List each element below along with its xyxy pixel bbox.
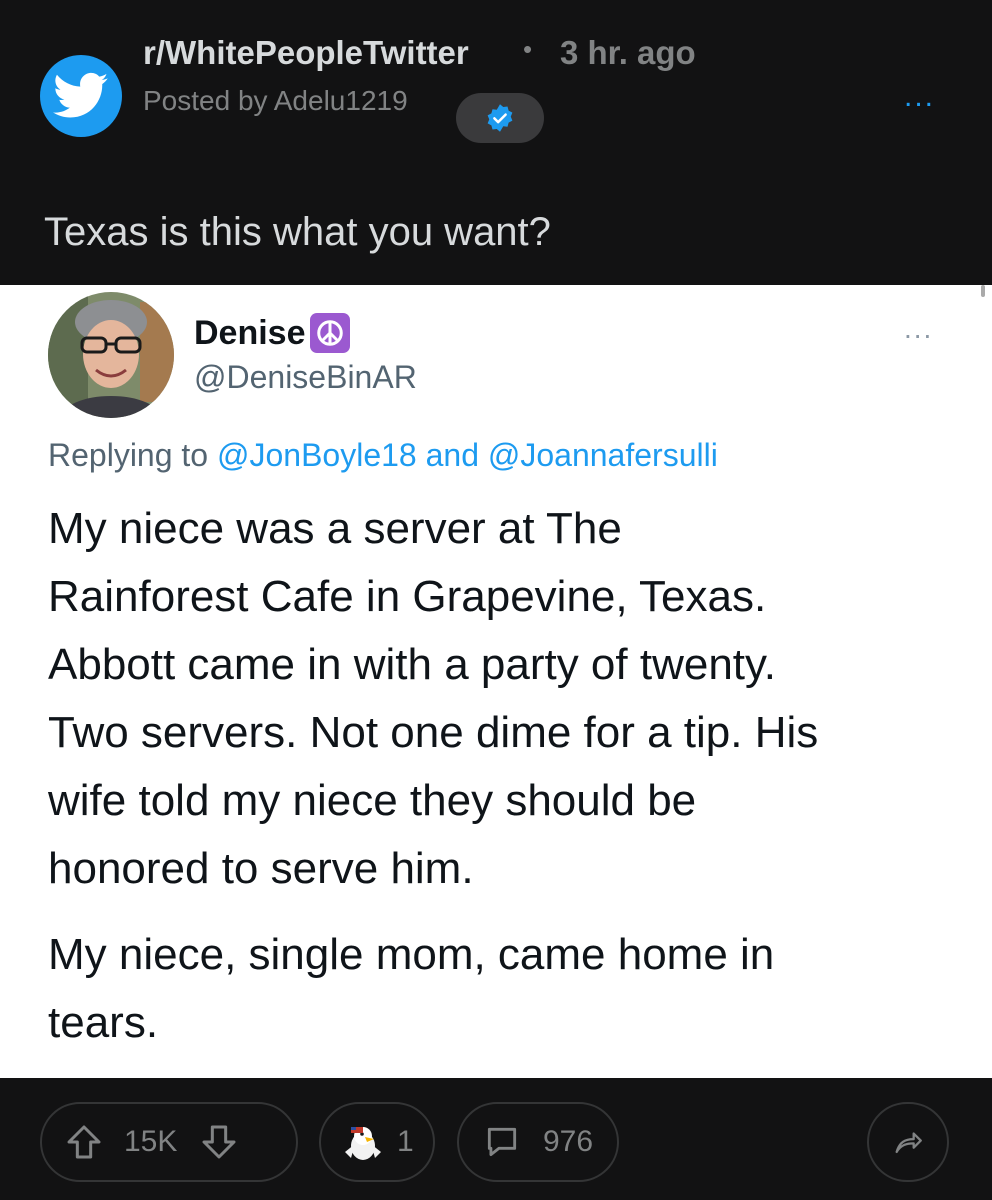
comments-button[interactable]: 976 — [457, 1102, 619, 1182]
mention-joannafersulli[interactable]: @Joannafersulli — [488, 437, 718, 473]
verified-flair — [456, 93, 544, 143]
separator-dot: • — [523, 34, 533, 64]
post-action-bar: 15K 1 976 — [0, 1078, 992, 1200]
tweet-body: My niece was a server at The Rainforest … — [48, 495, 968, 1057]
share-arrow-icon — [891, 1125, 925, 1159]
post-header: r/WhitePeopleTwitter • 3 hr. ago Posted … — [0, 0, 992, 285]
replying-prefix: Replying to — [48, 437, 209, 473]
display-name: Denise — [194, 313, 306, 352]
reddit-post-view: r/WhitePeopleTwitter • 3 hr. ago Posted … — [0, 0, 992, 1200]
comment-bubble-icon — [483, 1123, 521, 1161]
eagle-award-icon — [341, 1122, 385, 1162]
award-count: 1 — [397, 1125, 414, 1158]
mention-conjunction: and — [425, 437, 479, 473]
downvote-arrow-icon[interactable] — [199, 1122, 239, 1162]
comment-count: 976 — [543, 1125, 594, 1158]
scroll-indicator — [981, 285, 985, 297]
subreddit-name[interactable]: r/WhitePeopleTwitter — [143, 34, 469, 72]
verified-check-icon — [487, 104, 513, 132]
award-button[interactable]: 1 — [319, 1102, 435, 1182]
share-button[interactable] — [867, 1102, 949, 1182]
posted-by-user[interactable]: Posted by Adelu1219 — [143, 85, 408, 117]
peace-sign-icon — [309, 313, 350, 353]
mention-jonboyle18[interactable]: @JonBoyle18 — [217, 437, 417, 473]
tweet-image[interactable]: Denise @DeniseBinAR ... Replying to @Jon… — [0, 285, 992, 1078]
post-title[interactable]: Texas is this what you want? — [44, 210, 551, 255]
tweet-paragraph-2: My niece, single mom, came home in tears… — [48, 930, 775, 1047]
twitter-bird-icon — [53, 72, 109, 118]
vote-control: 15K — [40, 1102, 298, 1182]
tweet-more-icon[interactable]: ... — [904, 313, 933, 345]
replying-to: Replying to @JonBoyle18 and @Joannafersu… — [48, 437, 718, 474]
subreddit-icon[interactable] — [40, 55, 122, 137]
upvote-arrow-icon[interactable] — [64, 1122, 104, 1162]
post-timestamp: 3 hr. ago — [560, 34, 696, 71]
tweet-handle[interactable]: @DeniseBinAR — [194, 359, 417, 396]
vote-count: 15K — [124, 1125, 178, 1158]
avatar — [48, 292, 174, 418]
tweet-author-name[interactable]: Denise — [194, 313, 350, 353]
tweet-paragraph-1: My niece was a server at The Rainforest … — [48, 504, 819, 893]
more-options-button[interactable]: ... — [904, 80, 935, 114]
